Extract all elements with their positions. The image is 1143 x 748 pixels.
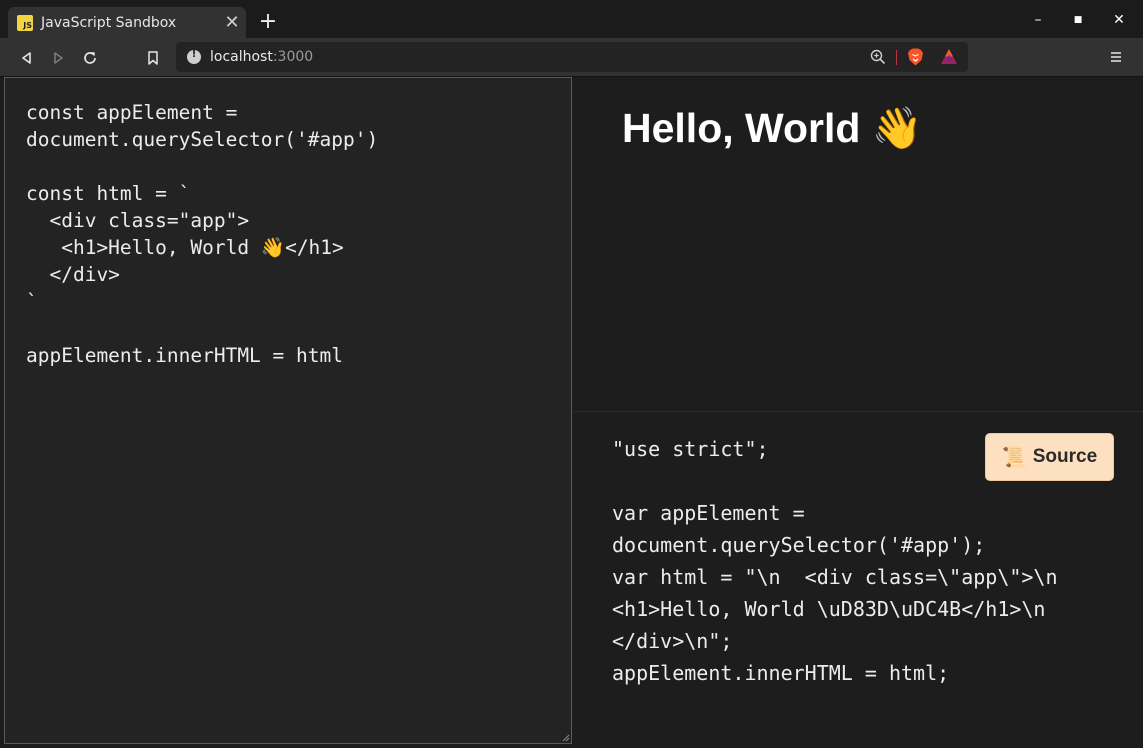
- address-bar[interactable]: localhost:3000: [176, 42, 968, 72]
- resize-grip-icon[interactable]: [560, 732, 570, 742]
- preview-pane: Hello, World 👋: [573, 77, 1143, 412]
- source-button[interactable]: 📜 Source: [985, 433, 1114, 481]
- reload-icon: [84, 52, 96, 64]
- new-tab-button[interactable]: +: [258, 11, 278, 33]
- brave-lion-icon[interactable]: [907, 48, 924, 66]
- code-editor[interactable]: const appElement = document.querySelecto…: [4, 77, 572, 744]
- url-port: :3000: [272, 49, 314, 65]
- tab-close-icon[interactable]: ✕: [224, 13, 240, 31]
- info-icon[interactable]: [187, 49, 201, 64]
- maximize-button[interactable]: ■: [1068, 10, 1088, 30]
- zoom-icon[interactable]: [870, 49, 886, 65]
- url-divider: [896, 50, 897, 65]
- arrow-left-icon: [22, 52, 31, 64]
- preview-heading: Hello, World 👋: [622, 105, 923, 151]
- url-host: localhost: [210, 49, 273, 65]
- reload-button[interactable]: [79, 47, 101, 69]
- rewards-triangle-icon[interactable]: [940, 48, 958, 65]
- forward-button[interactable]: [47, 47, 69, 69]
- editor-code[interactable]: const appElement = document.querySelecto…: [26, 99, 378, 369]
- tab-title: JavaScript Sandbox: [41, 14, 177, 31]
- tab-bar: JS JavaScript Sandbox ✕ + – ■ ✕: [0, 0, 1143, 38]
- js-favicon-icon: JS: [17, 14, 33, 31]
- tab-javascript-sandbox[interactable]: JS JavaScript Sandbox ✕: [8, 7, 246, 38]
- back-button[interactable]: [16, 47, 38, 69]
- bookmark-icon: [148, 51, 158, 65]
- scroll-icon: 📜: [1001, 446, 1027, 469]
- bookmark-button[interactable]: [142, 47, 164, 69]
- arrow-right-icon: [54, 52, 63, 64]
- source-button-label: Source: [1032, 446, 1098, 467]
- compiled-output-pane: "use strict"; var appElement = document.…: [573, 413, 1143, 748]
- hamburger-menu-icon[interactable]: [1109, 50, 1123, 64]
- browser-toolbar: localhost:3000: [0, 38, 1143, 77]
- close-window-button[interactable]: ✕: [1109, 10, 1129, 30]
- minimize-button[interactable]: –: [1028, 10, 1048, 30]
